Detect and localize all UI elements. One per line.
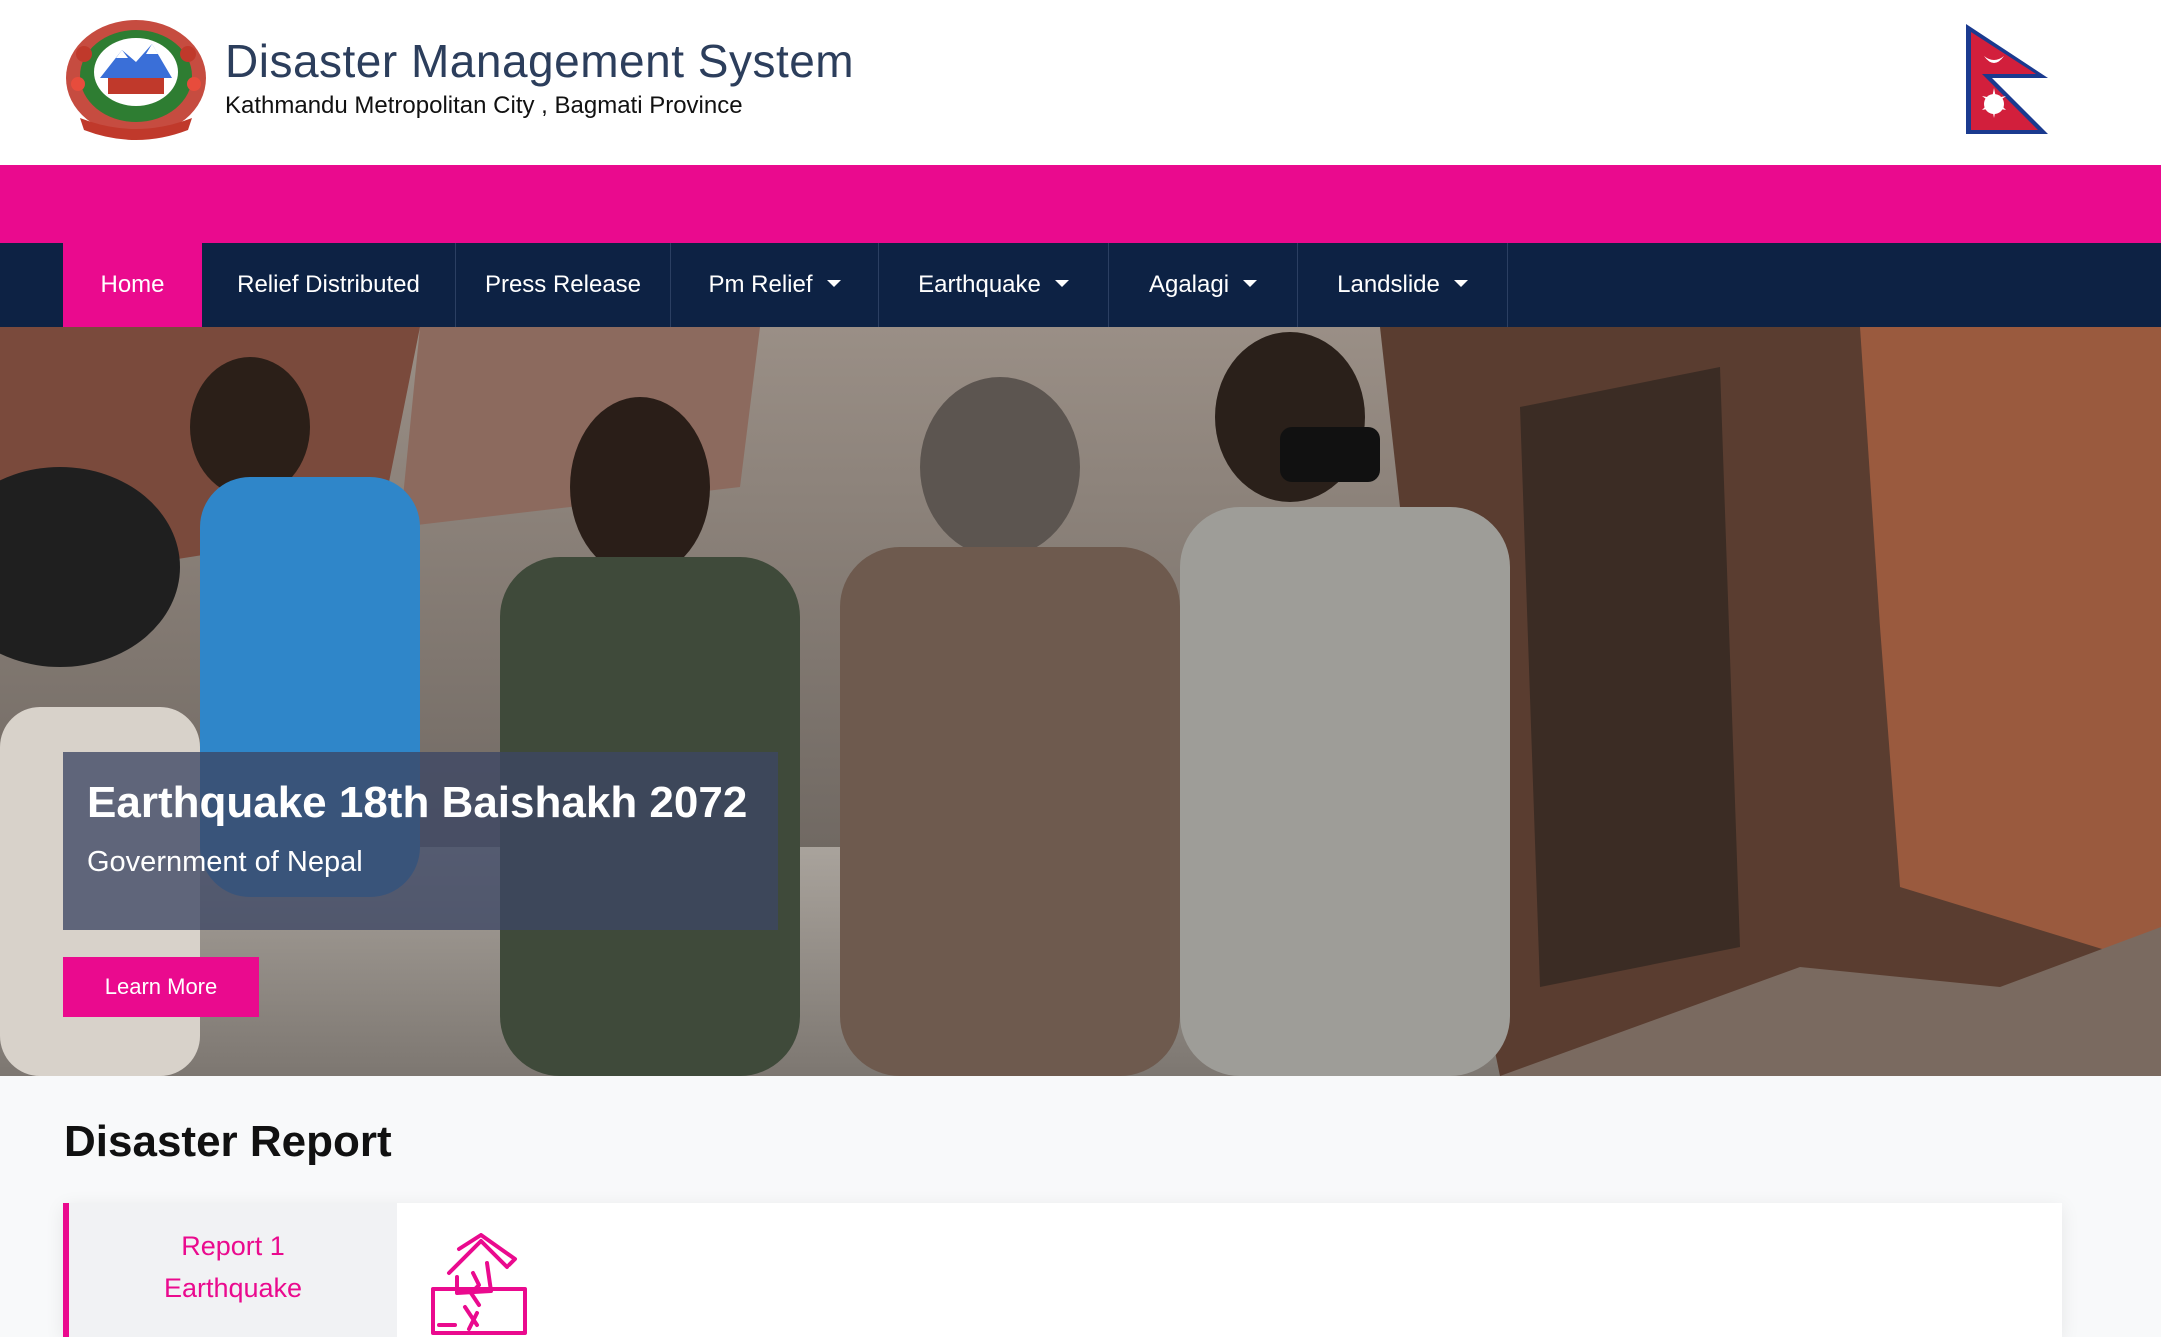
site-title: Disaster Management System (225, 35, 855, 87)
nav-home-label: Home (100, 271, 165, 298)
report-tab-type: Earthquake (163, 1273, 303, 1303)
nav-home[interactable]: Home (63, 243, 202, 327)
nav-pm-relief-label: Pm Relief (708, 271, 813, 298)
hero-caption: Earthquake 18th Baishakh 2072 Government… (63, 752, 778, 930)
nav-landslide-label: Landslide (1337, 271, 1440, 298)
chevron-down-icon (1243, 279, 1258, 287)
accent-band (0, 165, 2161, 243)
site-subtitle: Kathmandu Metropolitan City , Bagmati Pr… (225, 92, 743, 119)
nav-relief-distributed[interactable]: Relief Distributed (202, 243, 456, 327)
nepal-emblem-icon (66, 20, 206, 140)
hero-subtitle: Government of Nepal (87, 846, 363, 878)
report-tab-earthquake[interactable]: Report 1 Earthquake (63, 1203, 397, 1337)
nav-agalagi-label: Agalagi (1148, 271, 1230, 298)
nepal-flag-icon (1966, 24, 2048, 134)
nav-agalagi[interactable]: Agalagi (1109, 243, 1298, 327)
nav-press-release-label: Press Release (484, 271, 642, 298)
nav-landslide[interactable]: Landslide (1298, 243, 1508, 327)
report-tab-number: Report 1 (181, 1231, 285, 1261)
hero-background-image (0, 327, 2161, 1076)
chevron-down-icon (1054, 279, 1069, 287)
section-title: Disaster Report (64, 1117, 392, 1166)
site-header: Disaster Management System Kathmandu Met… (0, 0, 2161, 165)
nav-earthquake-label: Earthquake (918, 271, 1041, 298)
nav-press-release[interactable]: Press Release (456, 243, 671, 327)
nav-pm-relief[interactable]: Pm Relief (671, 243, 879, 327)
chevron-down-icon (1453, 279, 1468, 287)
hero-title: Earthquake 18th Baishakh 2072 (87, 778, 748, 827)
hero-carousel[interactable]: Earthquake 18th Baishakh 2072 Government… (0, 327, 2161, 1076)
main-nav: Home Relief Distributed Press Release Pm… (0, 243, 2161, 327)
nav-earthquake[interactable]: Earthquake (879, 243, 1109, 327)
learn-more-button[interactable]: Learn More (63, 957, 259, 1017)
nav-relief-distributed-label: Relief Distributed (237, 271, 420, 298)
chevron-down-icon (826, 279, 841, 287)
report-card: Report 1 Earthquake (63, 1203, 2062, 1337)
collapsed-house-icon (431, 1233, 527, 1335)
